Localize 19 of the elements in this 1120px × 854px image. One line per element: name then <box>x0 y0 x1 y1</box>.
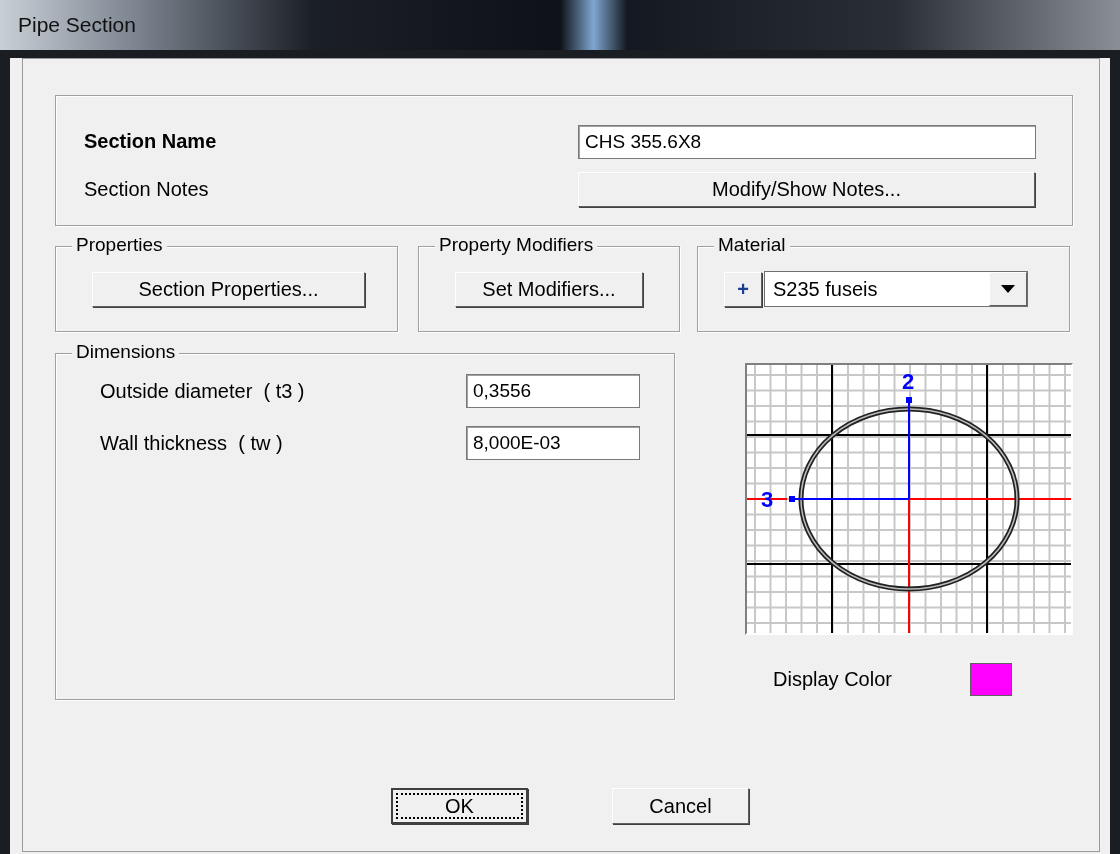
dimension-label: Wall thickness ( tw ) <box>100 431 284 455</box>
section-properties-button[interactable]: Section Properties... <box>92 271 365 307</box>
dialog-button[interactable]: Cancel <box>612 788 749 824</box>
add-material-button[interactable]: + <box>724 271 762 307</box>
set-modifiers-button[interactable]: Set Modifiers... <box>455 271 643 307</box>
dropdown-arrow-icon <box>1001 285 1015 293</box>
dimension-field[interactable]: 8,000E-03 <box>466 426 640 460</box>
display-color-label: Display Color <box>773 668 892 691</box>
dimension-label: Outside diameter ( t3 ) <box>100 379 306 403</box>
notes-button[interactable]: Modify/Show Notes... <box>578 171 1035 207</box>
dimension-field[interactable]: 0,3556 <box>466 374 640 408</box>
material-dropdown[interactable]: S235 fuseis <box>764 271 1028 307</box>
section-notes-label: Section Notes <box>84 177 210 201</box>
section-name-label: Section Name <box>84 130 218 154</box>
section-name-field[interactable]: CHS 355.6X8 <box>578 124 1036 159</box>
color-swatch[interactable] <box>969 663 1012 696</box>
axis-label: 2 <box>902 369 915 394</box>
dialog-button[interactable]: OK <box>391 788 528 824</box>
window-title: Pipe Section <box>18 13 136 37</box>
